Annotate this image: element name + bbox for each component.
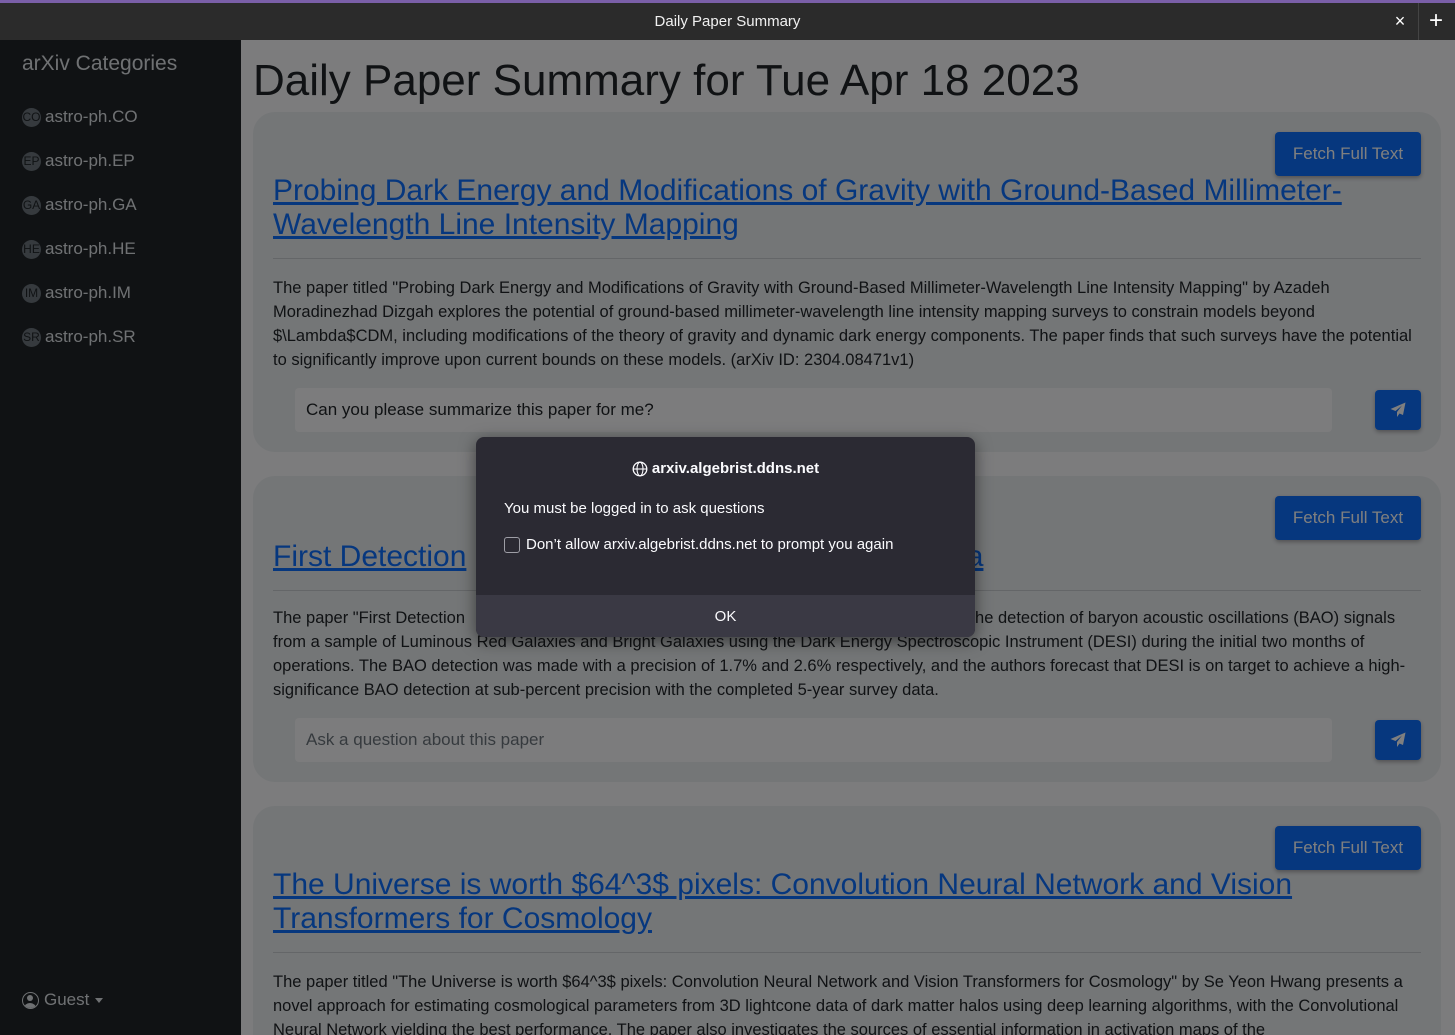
dialog-button-row: OK	[476, 595, 975, 637]
new-tab-icon[interactable]: +	[1424, 7, 1448, 35]
alert-dialog: arxiv.algebrist.ddns.net You must be log…	[476, 437, 975, 637]
window-title: Daily Paper Summary	[654, 13, 801, 30]
dialog-origin: arxiv.algebrist.ddns.net	[476, 460, 975, 477]
titlebar-divider	[1418, 3, 1419, 40]
suppress-prompt-checkbox[interactable]: Don’t allow arxiv.algebrist.ddns.net to …	[504, 536, 893, 553]
ok-button[interactable]: OK	[476, 595, 975, 637]
window-titlebar: Daily Paper Summary × +	[0, 0, 1455, 40]
checkbox-box[interactable]	[504, 536, 520, 553]
dialog-message: You must be logged in to ask questions	[504, 500, 765, 517]
globe-icon	[632, 461, 648, 476]
close-icon[interactable]: ×	[1390, 11, 1410, 31]
dialog-origin-host: arxiv.algebrist.ddns.net	[651, 460, 820, 477]
checkbox-label: Don’t allow arxiv.algebrist.ddns.net to …	[526, 536, 894, 553]
